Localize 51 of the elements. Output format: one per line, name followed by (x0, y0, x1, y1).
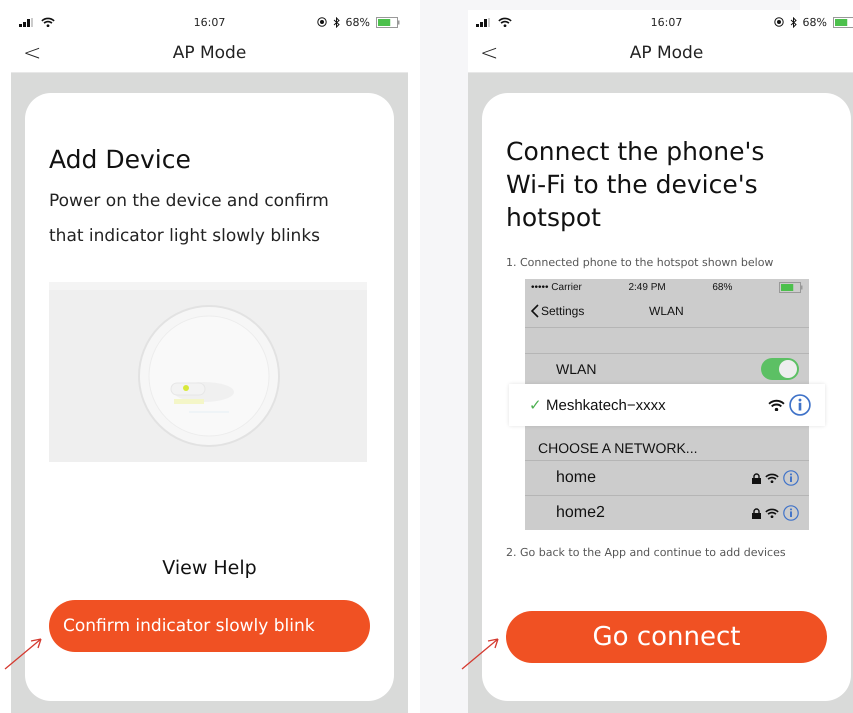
step-text: 2. Go back to the App and continue to add devices (506, 546, 787, 559)
battery-icon (778, 282, 803, 292)
screen-title: AP Mode (630, 43, 704, 63)
signal-icon (476, 18, 492, 26)
status-time: 16:07 (650, 16, 682, 28)
connected-network: Meshkatech−xxxx (546, 396, 666, 414)
go-connect-button[interactable]: Go connect (506, 611, 827, 663)
lock-rotation-icon (774, 17, 784, 27)
checkmark-icon: ✓ (529, 396, 542, 414)
step-text: 1. Connected phone to the hotspot shown below (506, 256, 774, 269)
bluetooth-icon (332, 16, 340, 28)
info-icon[interactable] (789, 394, 811, 416)
card-title: Connect the phone's Wi-Fi to the device's hotspot (506, 136, 766, 234)
card-title: Add Device (49, 145, 192, 174)
view-help-link[interactable]: View Help (156, 556, 263, 580)
network-row[interactable]: home2 (525, 496, 809, 530)
network-name: home2 (556, 504, 605, 522)
confirm-button[interactable]: Confirm indicator slowly blink (49, 600, 370, 652)
screen-title: WLAN (649, 304, 684, 318)
lock-icon (752, 508, 761, 518)
carrier-text: ••••• Carrier (531, 282, 582, 292)
battery-icon (376, 16, 400, 28)
back-button[interactable]: < (468, 40, 510, 66)
wifi-icon (768, 398, 785, 412)
settings-back-link[interactable]: Settings (525, 304, 584, 318)
status-time: 2:49 PM (628, 282, 666, 292)
lock-rotation-icon (316, 17, 327, 27)
wlan-toggle[interactable] (761, 358, 799, 380)
info-icon[interactable] (783, 470, 799, 486)
battery-percent: 68% (346, 16, 370, 28)
wlan-label: WLAN (556, 361, 596, 377)
back-button[interactable]: < (11, 40, 54, 66)
battery-percent: 68% (802, 16, 827, 28)
screen-title: AP Mode (172, 43, 246, 63)
chevron-icon (531, 304, 539, 318)
instruction-text: Power on the device and confirm that indicator light slowly blinks (49, 190, 330, 248)
lock-icon (752, 472, 761, 484)
wifi-icon (765, 508, 779, 518)
wifi-icon (498, 16, 512, 28)
info-icon[interactable] (783, 505, 799, 521)
network-row[interactable]: home (525, 461, 809, 496)
battery-percent: 68% (712, 282, 732, 292)
wifi-icon (765, 472, 779, 484)
section-header: CHOOSE A NETWORK... (525, 426, 809, 461)
network-row[interactable]: ✓ Meshkatech−xxxx (509, 384, 825, 426)
status-time: 16:07 (194, 16, 226, 28)
network-name: home (556, 469, 596, 487)
signal-icon (19, 18, 35, 26)
battery-icon (833, 16, 853, 28)
bluetooth-icon (790, 16, 797, 28)
wifi-icon (41, 16, 55, 28)
